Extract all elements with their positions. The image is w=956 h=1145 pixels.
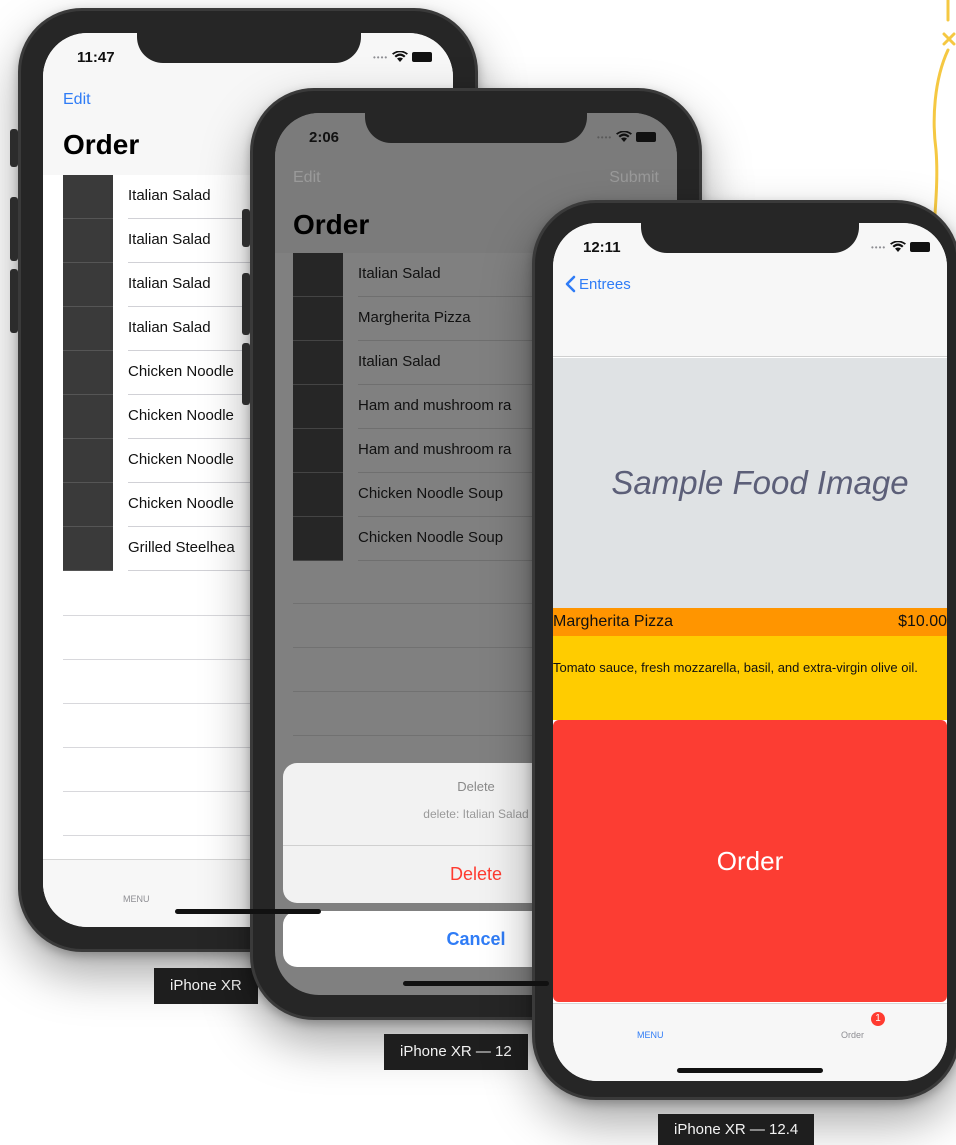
edit-button[interactable]: Edit xyxy=(63,91,91,109)
food-thumbnail xyxy=(293,253,343,297)
signal-dots-icon: •••• xyxy=(871,242,887,252)
volume-down-button xyxy=(242,343,250,405)
food-thumbnail xyxy=(63,263,113,307)
item-name: Chicken Noodle xyxy=(128,451,234,468)
item-name-bar: Margherita Pizza $10.00 xyxy=(553,608,947,636)
edit-button[interactable]: Edit xyxy=(293,169,321,187)
food-thumbnail xyxy=(63,307,113,351)
description-area: Tomato sauce, fresh mozzarella, basil, a… xyxy=(553,636,947,720)
item-name: Chicken Noodle Soup xyxy=(358,485,504,502)
tab-menu[interactable]: MENU xyxy=(123,894,150,904)
food-thumbnail xyxy=(293,429,343,473)
status-icons: •••• xyxy=(373,51,433,63)
home-indicator xyxy=(677,1068,823,1073)
screen-item-detail: 12:11 •••• Entrees Sample Food Image Mar… xyxy=(553,223,947,1081)
food-thumbnail xyxy=(63,351,113,395)
item-name: Margherita Pizza xyxy=(553,613,674,630)
battery-icon xyxy=(636,132,657,142)
notch xyxy=(641,223,859,253)
tab-menu[interactable]: MENU xyxy=(637,1030,664,1040)
image-placeholder-label: Sample Food Image xyxy=(611,464,909,501)
food-thumbnail xyxy=(63,175,113,219)
page-title: Order xyxy=(293,209,370,240)
item-name: Italian Salad xyxy=(128,231,211,248)
back-button[interactable]: Entrees xyxy=(565,275,631,293)
battery-icon xyxy=(412,52,433,62)
wifi-icon xyxy=(392,51,409,62)
item-description: Tomato sauce, fresh mozzarella, basil, a… xyxy=(553,660,918,675)
item-name: Grilled Steelhea xyxy=(128,539,235,556)
food-thumbnail xyxy=(63,219,113,263)
battery-icon xyxy=(910,242,931,252)
item-name: Ham and mushroom ra xyxy=(358,441,512,458)
tab-order[interactable]: Order xyxy=(841,1030,864,1040)
chevron-left-icon xyxy=(565,275,576,293)
status-time: 2:06 xyxy=(309,129,340,146)
item-name: Chicken Noodle Soup xyxy=(358,529,504,546)
notch xyxy=(365,113,587,143)
phone-item-detail: 12:11 •••• Entrees Sample Food Image Mar… xyxy=(532,200,956,1100)
signal-dots-icon: •••• xyxy=(373,52,389,62)
item-name: Italian Salad xyxy=(128,319,211,336)
volume-up-button xyxy=(242,273,250,335)
food-thumbnail xyxy=(63,439,113,483)
order-button[interactable]: Order xyxy=(553,720,947,1002)
item-name: Italian Salad xyxy=(358,353,441,370)
mute-switch xyxy=(10,129,18,167)
item-name: Chicken Noodle xyxy=(128,407,234,424)
back-label: Entrees xyxy=(579,275,631,293)
home-indicator xyxy=(175,909,321,914)
food-thumbnail xyxy=(293,385,343,429)
order-button-label: Order xyxy=(716,845,784,876)
food-thumbnail xyxy=(63,483,113,527)
food-thumbnail xyxy=(293,473,343,517)
volume-up-button xyxy=(10,197,18,261)
status-icons: •••• xyxy=(597,131,657,143)
item-name: Italian Salad xyxy=(128,275,211,292)
food-thumbnail xyxy=(293,517,343,561)
item-name: Margherita Pizza xyxy=(358,309,471,326)
wifi-icon xyxy=(890,241,907,252)
device-label: iPhone XR — 12 xyxy=(384,1034,528,1070)
food-thumbnail xyxy=(63,395,113,439)
status-time: 12:11 xyxy=(583,239,621,256)
submit-button[interactable]: Submit xyxy=(609,169,659,187)
volume-down-button xyxy=(10,269,18,333)
food-thumbnail xyxy=(293,297,343,341)
item-name: Ham and mushroom ra xyxy=(358,397,512,414)
item-name: Chicken Noodle xyxy=(128,495,234,512)
food-thumbnail xyxy=(63,527,113,571)
item-name: Italian Salad xyxy=(358,265,441,282)
wifi-icon xyxy=(616,131,633,142)
item-name: Italian Salad xyxy=(128,187,211,204)
badge-icon: 1 xyxy=(871,1012,885,1026)
food-thumbnail xyxy=(293,341,343,385)
food-image-placeholder: Sample Food Image xyxy=(553,358,947,608)
status-icons: •••• xyxy=(871,241,931,253)
item-price: $10.00 xyxy=(898,613,947,630)
item-name: Chicken Noodle xyxy=(128,363,234,380)
device-label: iPhone XR — 12.4 xyxy=(658,1114,815,1145)
signal-dots-icon: •••• xyxy=(597,132,613,142)
page-title: Order xyxy=(63,129,140,160)
device-label: iPhone XR xyxy=(154,968,258,1004)
mute-switch xyxy=(242,209,250,247)
notch xyxy=(137,33,361,63)
yellow-doodle-icon xyxy=(932,0,956,230)
home-indicator xyxy=(403,981,549,986)
status-time: 11:47 xyxy=(77,49,115,66)
